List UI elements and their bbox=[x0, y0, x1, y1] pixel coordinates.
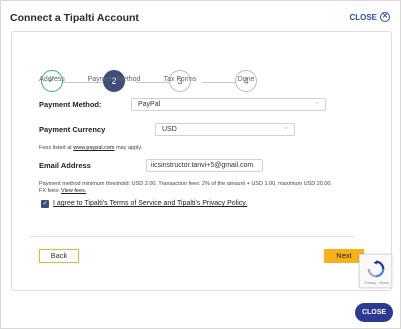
fees-note: Fees listed at www.paypal.com may apply. bbox=[39, 145, 143, 151]
step-label-payment-method: Payment Method bbox=[87, 76, 141, 83]
payment-method-label: Payment Method: bbox=[39, 100, 102, 109]
paypal-fees-link[interactable]: www.paypal.com bbox=[73, 145, 114, 151]
progress-stepper: ✓ 2 3 4 bbox=[12, 48, 393, 98]
recaptcha-icon bbox=[367, 260, 385, 278]
close-header-button[interactable]: CLOSE ✕ bbox=[349, 12, 390, 22]
modal-title: Connect a Tipalti Account bbox=[10, 12, 139, 24]
step-label-tax-forms: Tax Forms bbox=[163, 76, 197, 83]
chevron-down-icon: ⌵ bbox=[314, 100, 319, 106]
email-address-label: Email Address bbox=[39, 161, 91, 170]
circle-x-icon: ✕ bbox=[380, 12, 390, 22]
payment-currency-label: Payment Currency bbox=[39, 125, 106, 134]
close-header-label: CLOSE bbox=[349, 12, 377, 22]
fx-fees-note: FX fees: View fees. bbox=[39, 188, 87, 194]
footer-divider bbox=[29, 236, 355, 237]
close-button[interactable]: CLOSE bbox=[355, 303, 393, 322]
email-field[interactable]: iicsinstructor.tanvi+5@gmail.com bbox=[146, 159, 263, 172]
step-label-address: Address bbox=[39, 76, 65, 83]
threshold-note: Payment method minimum threshold: USD 2.… bbox=[39, 181, 333, 187]
chevron-down-icon: ⌵ bbox=[283, 125, 288, 131]
step-label-done: Done bbox=[237, 76, 255, 83]
view-fees-link[interactable]: View fees. bbox=[61, 188, 86, 194]
payment-method-select[interactable]: PayPal ⌵ bbox=[131, 98, 326, 111]
terms-agreement-text[interactable]: I agree to Tipalti's Terms of Service an… bbox=[53, 200, 247, 207]
recaptcha-badge[interactable]: Privacy - Terms bbox=[359, 254, 392, 288]
payment-currency-select[interactable]: USD ⌵ bbox=[155, 123, 295, 136]
recaptcha-links: Privacy - Terms bbox=[364, 281, 389, 285]
modal-window: Connect a Tipalti Account CLOSE ✕ ✓ 2 3 … bbox=[0, 0, 401, 329]
agree-checkbox[interactable]: ✓ bbox=[41, 200, 49, 208]
back-button[interactable]: Back bbox=[39, 249, 79, 263]
next-button[interactable]: Next bbox=[324, 249, 364, 263]
